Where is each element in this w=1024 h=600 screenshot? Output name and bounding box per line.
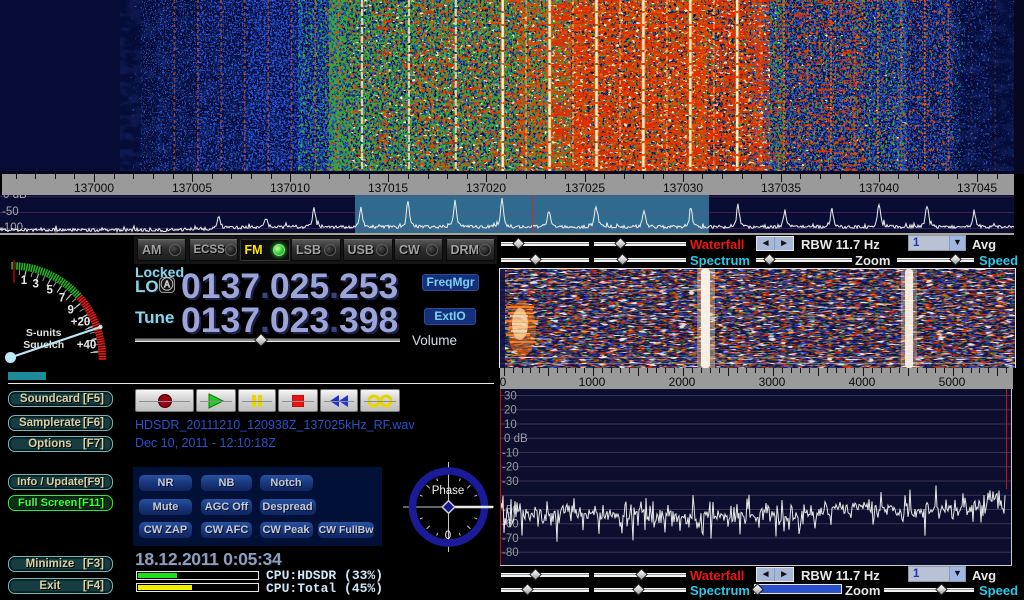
svg-text:+20: +20	[71, 317, 91, 329]
svg-text:-80: -80	[502, 547, 519, 559]
svg-text:10: 10	[504, 419, 517, 431]
svg-text:0 dB: 0 dB	[504, 433, 528, 445]
svg-text:-20: -20	[502, 462, 519, 474]
svg-text:20: 20	[504, 405, 517, 417]
svg-text:-10: -10	[502, 448, 519, 460]
svg-text:7: 7	[59, 293, 65, 305]
svg-text:5: 5	[46, 285, 53, 297]
svg-text:9: 9	[67, 305, 73, 317]
svg-text:1: 1	[21, 275, 28, 287]
svg-text:S-units: S-units	[26, 327, 62, 339]
svg-text:+40: +40	[77, 340, 97, 352]
svg-text:-70: -70	[502, 533, 519, 545]
svg-text:3: 3	[32, 279, 38, 291]
svg-text:30: 30	[504, 391, 517, 403]
svg-text:-30: -30	[502, 476, 519, 488]
